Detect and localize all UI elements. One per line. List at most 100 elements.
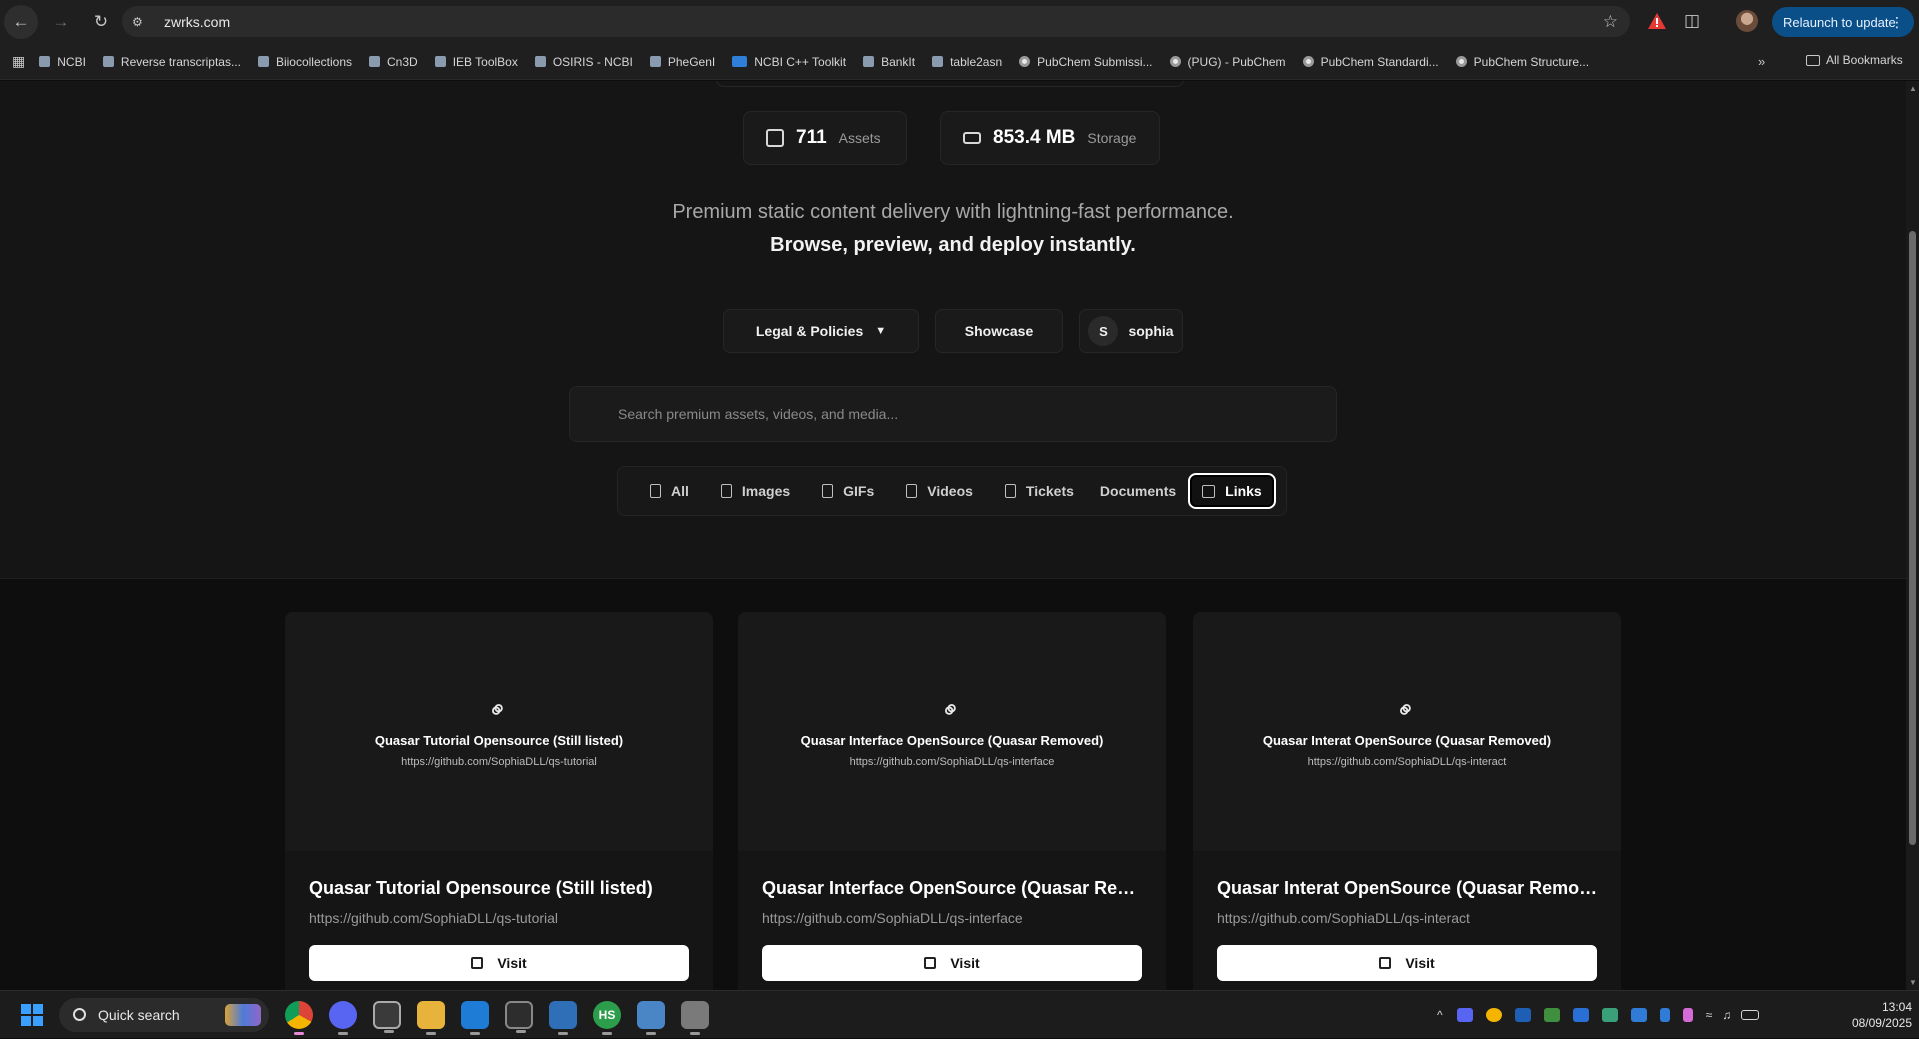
bookmark-item[interactable]: Reverse transcriptas...: [102, 55, 241, 69]
file-explorer-icon[interactable]: [417, 1000, 445, 1035]
calculator-app-icon[interactable]: [637, 1000, 665, 1035]
bluetooth-icon[interactable]: [1659, 1008, 1670, 1022]
display-tray-icon[interactable]: [1572, 1008, 1589, 1022]
microphone-icon[interactable]: [1682, 1008, 1693, 1022]
vscode-app-icon[interactable]: [461, 1000, 489, 1035]
profile-avatar[interactable]: [1736, 10, 1758, 32]
link-card[interactable]: ⚭ Quasar Interat OpenSource (Quasar Remo…: [1193, 612, 1621, 990]
scroll-up-icon[interactable]: ▲: [1909, 84, 1917, 93]
info-tray-icon[interactable]: [1514, 1008, 1531, 1022]
bookmark-item[interactable]: IEB ToolBox: [434, 55, 518, 69]
chrome-app-icon[interactable]: [285, 1000, 313, 1035]
tab-videos[interactable]: Videos: [894, 473, 985, 509]
bookmark-item[interactable]: PubChem Structure...: [1455, 55, 1589, 69]
relaunch-button[interactable]: Relaunch to update ⋮: [1772, 7, 1914, 37]
taskbar-search-label: Quick search: [98, 1006, 180, 1023]
bookmark-icon: [102, 56, 114, 67]
bookmark-item[interactable]: BankIt: [863, 55, 915, 69]
system-tray: ^ ≈ ♫: [1437, 991, 1772, 1039]
tab-documents[interactable]: Documents: [1088, 473, 1188, 509]
forward-button[interactable]: →: [44, 5, 78, 39]
davinci-app-icon[interactable]: [505, 1000, 533, 1033]
link-card[interactable]: ⚭ Quasar Interface OpenSource (Quasar Re…: [738, 612, 1166, 990]
showcase-button[interactable]: Showcase: [935, 309, 1063, 353]
microphone-app-icon[interactable]: [681, 1000, 709, 1035]
bookmark-item[interactable]: NCBI: [39, 55, 86, 69]
tab-tickets[interactable]: Tickets: [993, 473, 1086, 509]
file-icon: [650, 484, 661, 498]
tab-images[interactable]: Images: [709, 473, 802, 509]
discord-app-icon[interactable]: [329, 1000, 357, 1035]
bookmark-item[interactable]: PubChem Submissi...: [1019, 55, 1153, 69]
bookmark-star-icon[interactable]: ☆: [1603, 12, 1618, 32]
bookmark-icon: [39, 56, 51, 67]
warning-icon[interactable]: [1647, 11, 1667, 31]
bookmark-item[interactable]: OSIRIS - NCBI: [534, 55, 633, 69]
chevron-up-icon[interactable]: ^: [1437, 1008, 1443, 1022]
page-scrollbar[interactable]: ▲ ▼: [1906, 81, 1919, 990]
bookmark-item[interactable]: Biiocollections: [257, 55, 352, 69]
battery-icon[interactable]: [1741, 1010, 1760, 1020]
card-title: Quasar Interface OpenSource (Quasar Remo…: [762, 878, 1146, 898]
card-title: Quasar Interat OpenSource (Quasar Remove…: [1217, 878, 1601, 898]
image-viewer-icon[interactable]: [549, 1000, 577, 1035]
ncbi-icon: [732, 56, 748, 67]
search-highlight-icon: [225, 1003, 261, 1026]
extensions-icon[interactable]: ◫: [1684, 11, 1700, 31]
tab-links[interactable]: Links: [1188, 473, 1276, 509]
volume-icon[interactable]: ♫: [1722, 1008, 1731, 1022]
visit-button[interactable]: Visit: [1217, 945, 1597, 981]
link-icon: ⚭: [481, 693, 516, 728]
legal-policies-dropdown[interactable]: Legal & Policies ▼: [723, 309, 919, 353]
hs-app-icon[interactable]: HS: [593, 1000, 621, 1035]
pubchem-icon: [1169, 56, 1181, 67]
preview-url: https://github.com/SophiaDLL/qs-interact: [1307, 756, 1507, 768]
storage-label: Storage: [1087, 130, 1137, 146]
browser-toolbar: ← → ↻ ⚙ zwrks.com ☆ ◫ Relaunch to update…: [0, 0, 1919, 44]
taskbar: Quick search HS ^ ≈ ♫ 13:04 08/09/2025: [0, 990, 1919, 1038]
bookmark-item[interactable]: table2asn: [932, 55, 1002, 69]
windows-start-icon[interactable]: [21, 1003, 43, 1026]
visit-button[interactable]: Visit: [762, 945, 1142, 981]
app-tray-icon[interactable]: [1543, 1008, 1560, 1022]
tab-all[interactable]: All: [638, 473, 701, 509]
user-menu-button[interactable]: S sophia: [1079, 309, 1183, 353]
bookmark-item[interactable]: Cn3D: [369, 55, 418, 69]
url-text: zwrks.com: [164, 13, 231, 30]
address-bar[interactable]: ⚙ zwrks.com ☆: [122, 6, 1630, 37]
site-info-icon[interactable]: ⚙: [132, 15, 152, 29]
clock-date: 08/09/2025: [1851, 1016, 1912, 1030]
more-bookmarks-icon[interactable]: »: [1758, 54, 1765, 69]
page-content: 711 Assets 853.4 MB Storage Premium stat…: [0, 81, 1906, 990]
apps-grid-icon[interactable]: ▦: [12, 53, 25, 70]
card-preview: ⚭ Quasar Interat OpenSource (Quasar Remo…: [1193, 612, 1621, 851]
link-card[interactable]: ⚭ Quasar Tutorial Opensource (Still list…: [285, 612, 713, 990]
bookmark-item[interactable]: (PUG) - PubChem: [1169, 55, 1286, 69]
taskbar-search[interactable]: Quick search: [59, 997, 269, 1032]
chrome-tray-icon[interactable]: [1485, 1008, 1502, 1022]
drive-icon: [963, 132, 981, 144]
bookmark-item[interactable]: NCBI C++ Toolkit: [732, 55, 846, 69]
photos-app-icon[interactable]: [373, 1000, 401, 1033]
back-button[interactable]: ←: [4, 5, 38, 39]
link-icon: ⚭: [934, 693, 969, 728]
user-avatar: S: [1088, 316, 1119, 346]
bookmark-icon: [863, 56, 875, 67]
visit-button[interactable]: Visit: [309, 945, 689, 981]
chevron-down-icon: ▼: [875, 325, 887, 337]
scrollbar-thumb[interactable]: [1909, 231, 1916, 845]
reload-button[interactable]: ↻: [84, 5, 118, 39]
wifi-icon[interactable]: ≈: [1706, 1008, 1713, 1022]
tab-gifs[interactable]: GIFs: [810, 473, 886, 509]
scroll-down-icon[interactable]: ▼: [1909, 978, 1917, 987]
security-tray-icon[interactable]: [1601, 1008, 1618, 1022]
storage-stat: 853.4 MB Storage: [940, 111, 1160, 165]
bookmark-item[interactable]: PubChem Standardi...: [1302, 55, 1439, 69]
system-clock[interactable]: 13:04 08/09/2025: [1836, 999, 1912, 1031]
showcase-label: Showcase: [964, 323, 1034, 339]
bookmark-item[interactable]: PheGenI: [649, 55, 715, 69]
pen-tray-icon[interactable]: [1630, 1008, 1647, 1022]
search-input[interactable]: Search premium assets, videos, and media…: [569, 386, 1337, 442]
all-bookmarks-button[interactable]: All Bookmarks: [1806, 53, 1903, 67]
discord-tray-icon[interactable]: [1456, 1008, 1473, 1022]
